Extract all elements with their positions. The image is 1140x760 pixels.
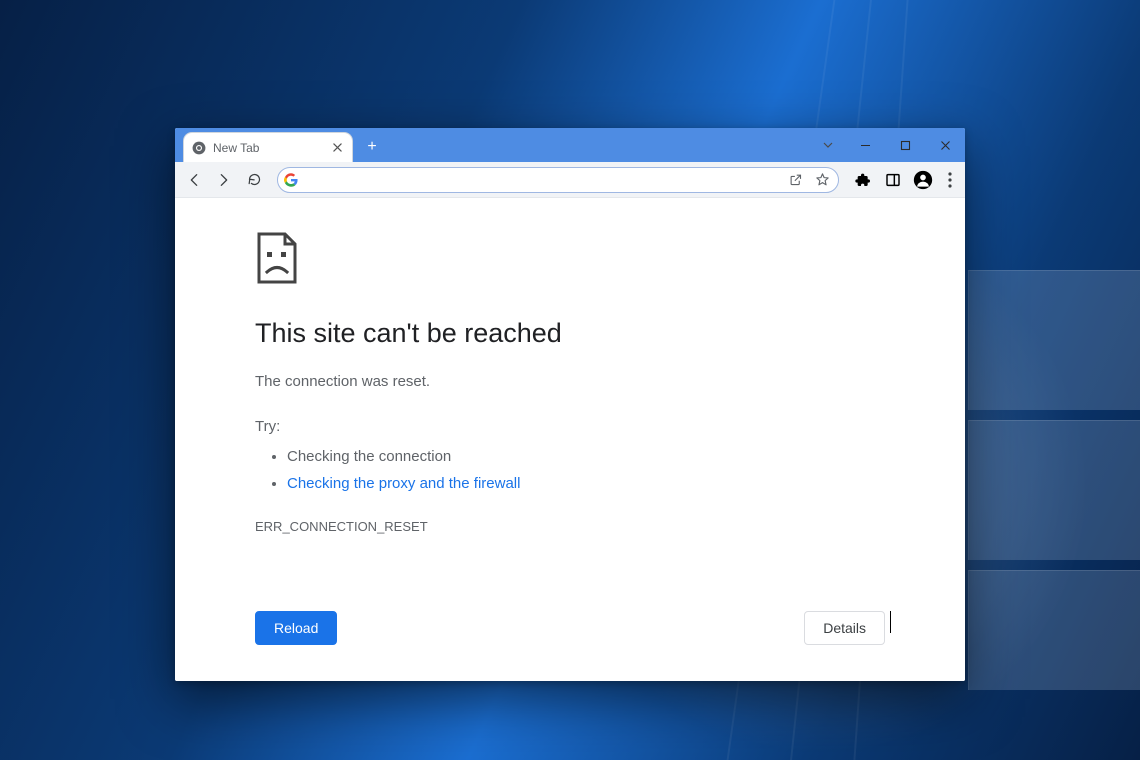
suggestion-item: Checking the connection <box>287 443 885 470</box>
sad-document-icon <box>255 232 299 284</box>
window-minimize-button[interactable] <box>845 128 885 162</box>
share-icon[interactable] <box>788 172 803 187</box>
chrome-favicon-icon <box>192 141 206 155</box>
desktop-decoration <box>968 270 1140 410</box>
google-search-icon <box>284 173 298 187</box>
nav-back-button[interactable] <box>181 167 207 193</box>
profile-avatar-icon[interactable] <box>913 170 933 190</box>
toolbar <box>175 162 965 198</box>
tab-search-button[interactable] <box>811 128 845 162</box>
desktop-decoration <box>968 420 1140 560</box>
suggestion-list: Checking the connection Checking the pro… <box>255 443 885 497</box>
error-code: ERR_CONNECTION_RESET <box>255 519 885 534</box>
address-input[interactable] <box>306 171 776 188</box>
omnibox[interactable] <box>277 167 839 193</box>
nav-reload-button[interactable] <box>241 167 267 193</box>
window-maximize-button[interactable] <box>885 128 925 162</box>
side-panel-icon[interactable] <box>883 170 903 190</box>
proxy-firewall-link[interactable]: Checking the proxy and the firewall <box>287 475 520 492</box>
window-controls <box>811 128 965 162</box>
tab-title: New Tab <box>213 141 259 155</box>
error-heading: This site can't be reached <box>255 318 885 349</box>
browser-window: New Tab + <box>175 128 965 681</box>
reload-button[interactable]: Reload <box>255 611 337 645</box>
try-label: Try: <box>255 418 885 435</box>
suggestion-text: Checking the connection <box>287 448 451 465</box>
toolbar-actions <box>853 170 957 190</box>
window-close-button[interactable] <box>925 128 965 162</box>
error-message: The connection was reset. <box>255 373 885 390</box>
tab-strip: New Tab + <box>175 128 965 162</box>
extensions-icon[interactable] <box>853 170 873 190</box>
error-actions: Reload Details <box>255 611 885 651</box>
details-button[interactable]: Details <box>804 611 885 645</box>
nav-forward-button[interactable] <box>211 167 237 193</box>
suggestion-item: Checking the proxy and the firewall <box>287 470 885 497</box>
tab-active[interactable]: New Tab <box>183 132 353 162</box>
new-tab-button[interactable]: + <box>359 134 385 160</box>
desktop-decoration <box>968 570 1140 690</box>
tab-close-button[interactable] <box>330 141 344 155</box>
chrome-menu-button[interactable] <box>943 170 957 190</box>
bookmark-star-icon[interactable] <box>815 172 830 187</box>
error-page: This site can't be reached The connectio… <box>175 198 965 681</box>
text-cursor <box>890 611 891 633</box>
